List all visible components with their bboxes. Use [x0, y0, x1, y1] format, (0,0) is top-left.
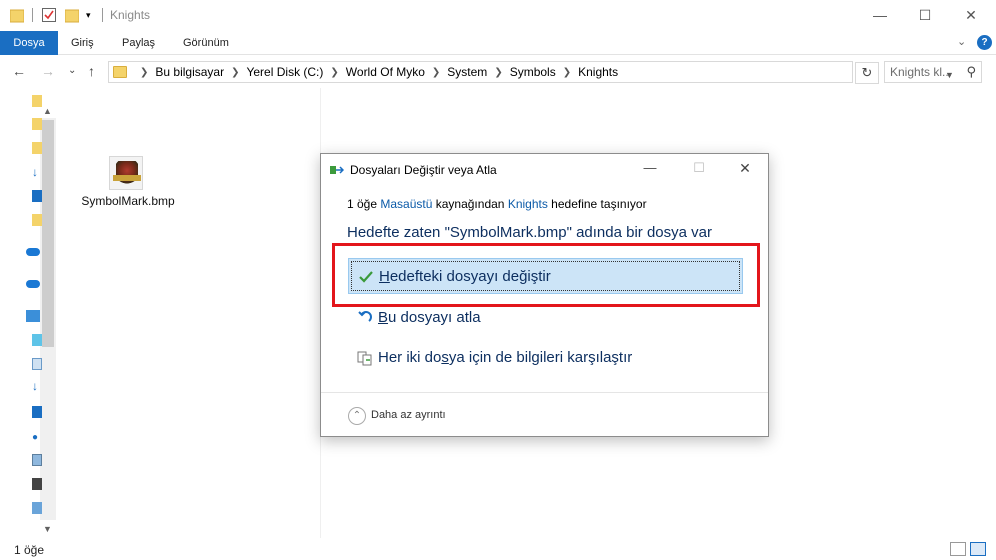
breadcrumb-item[interactable]: World Of Myko — [346, 65, 425, 79]
forward-arrow-icon[interactable]: → — [41, 63, 55, 79]
minimize-button[interactable]: — — [857, 0, 903, 30]
folder-icon[interactable] — [32, 142, 42, 154]
subtitle-text: hedefine taşınıyor — [547, 197, 647, 211]
pictures-icon[interactable] — [32, 454, 42, 466]
access-key: s — [441, 349, 449, 366]
scrollbar-thumb[interactable] — [42, 120, 54, 347]
skip-file-label: Bu dosyayı atla — [378, 309, 481, 326]
separator — [32, 8, 33, 22]
music-icon[interactable]: ● — [32, 432, 42, 444]
navigation-pane[interactable]: ▲ ▼ ↓ ↓ ● — [0, 88, 56, 538]
new-folder-icon[interactable] — [64, 7, 80, 23]
tab-giris[interactable]: Giriş — [71, 31, 94, 55]
title-bar: ▾ Knights — ☐ ✕ — [0, 0, 996, 31]
compare-icon — [356, 349, 374, 367]
option-text: u dosyayı atla — [388, 309, 481, 326]
subtitle-text: 1 öğe — [347, 197, 381, 211]
desktop-icon[interactable] — [32, 406, 42, 418]
this-pc-icon[interactable] — [26, 310, 40, 322]
highlight-annotation — [332, 243, 760, 307]
tab-gorunum[interactable]: Görünüm — [183, 31, 229, 55]
dialog-heading: Hedefte zaten "SymbolMark.bmp" adında bi… — [347, 224, 712, 241]
breadcrumb-item[interactable]: Yerel Disk (C:) — [246, 65, 323, 79]
maximize-button[interactable]: ☐ — [902, 0, 948, 30]
breadcrumb-item[interactable]: Symbols — [510, 65, 556, 79]
compare-files-label: Her iki dosya için de bilgileri karşılaş… — [378, 349, 632, 366]
option-text: ya için de bilgileri karşılaştır — [448, 349, 633, 366]
back-arrow-icon[interactable]: ← — [12, 63, 26, 79]
documents-icon[interactable] — [32, 358, 42, 370]
skip-icon — [356, 309, 374, 327]
refresh-button[interactable]: ↻ — [855, 62, 879, 84]
folder-icon[interactable] — [32, 214, 42, 226]
download-icon[interactable]: ↓ — [32, 166, 42, 178]
option-text: Her iki do — [378, 349, 442, 366]
emblem-icon — [116, 161, 138, 185]
chevron-right-icon[interactable]: ❯ — [494, 67, 502, 78]
up-arrow-icon[interactable]: ↑ — [88, 63, 95, 79]
chevron-right-icon[interactable]: ❯ — [330, 67, 338, 78]
large-icons-view-icon[interactable] — [970, 542, 986, 556]
fewer-details-button[interactable]: Daha az ayrıntı — [371, 409, 446, 421]
folder-icon[interactable] — [32, 95, 42, 107]
item-count: 1 öğe — [14, 543, 45, 557]
folder-icon[interactable] — [32, 118, 42, 130]
breadcrumb: ❯ Bu bilgisayar ❯ Yerel Disk (C:) ❯ Worl… — [133, 65, 618, 79]
recent-locations-icon[interactable]: ⌄ — [68, 65, 76, 76]
details-view-icon[interactable] — [950, 542, 966, 556]
status-bar: 1 öğe — [0, 538, 996, 560]
breadcrumb-item[interactable]: System — [447, 65, 487, 79]
bmp-file-icon[interactable] — [109, 156, 143, 190]
help-icon[interactable]: ? — [977, 35, 992, 50]
expand-ribbon-icon[interactable]: ⌄ — [957, 35, 966, 48]
folder-icon — [9, 7, 25, 23]
quick-access-dropdown-icon[interactable]: ▾ — [86, 7, 100, 23]
move-files-icon — [330, 164, 345, 175]
tab-paylas[interactable]: Paylaş — [122, 31, 155, 55]
chevron-right-icon[interactable]: ❯ — [563, 67, 571, 78]
chevron-up-icon[interactable]: ⌃ — [348, 407, 366, 425]
onedrive-icon[interactable] — [26, 248, 40, 256]
ribbon: Dosya Giriş Paylaş Görünüm ⌄ ? — [0, 31, 996, 55]
dialog-footer: ⌃ Daha az ayrıntı — [321, 392, 768, 436]
minimize-button[interactable]: — — [635, 160, 665, 175]
chevron-right-icon: ❯ — [140, 66, 149, 78]
file-name[interactable]: SymbolMark.bmp — [80, 194, 176, 208]
compare-files-option[interactable]: Her iki dosya için de bilgileri karşılaş… — [348, 340, 743, 376]
3d-objects-icon[interactable] — [32, 334, 42, 346]
download-icon[interactable]: ↓ — [32, 380, 42, 392]
maximize-button: ☐ — [693, 160, 705, 175]
navigation-bar: ← → ⌄ ↑ ❯ Bu bilgisayar ❯ Yerel Disk (C:… — [0, 56, 996, 88]
dialog-subtitle: 1 öğe Masaüstü kaynağından Knights hedef… — [347, 197, 647, 211]
emblem-band-icon — [113, 175, 141, 181]
tab-dosya[interactable]: Dosya — [0, 31, 58, 55]
local-disk-icon[interactable] — [32, 502, 42, 514]
subtitle-text: kaynağından — [432, 197, 508, 211]
videos-icon[interactable] — [32, 478, 42, 490]
search-input[interactable]: Knights kl... ⚲ — [884, 61, 982, 83]
chevron-right-icon[interactable]: ❯ — [231, 67, 239, 78]
window-title: Knights — [110, 8, 151, 22]
search-placeholder: Knights kl... — [890, 65, 953, 79]
dialog-title: Dosyaları Değiştir veya Atla — [350, 163, 497, 177]
close-button[interactable]: ✕ — [730, 160, 760, 177]
breadcrumb-item[interactable]: Bu bilgisayar — [155, 65, 224, 79]
scroll-down-icon[interactable]: ▼ — [43, 524, 52, 534]
close-button[interactable]: ✕ — [948, 0, 994, 30]
chevron-right-icon[interactable]: ❯ — [432, 67, 440, 78]
properties-icon[interactable] — [42, 7, 56, 23]
source-link[interactable]: Masaüstü — [380, 197, 432, 211]
onedrive-icon[interactable] — [26, 280, 40, 288]
access-key: B — [378, 309, 389, 326]
breadcrumb-item[interactable]: Knights — [578, 65, 618, 79]
folder-icon — [113, 66, 127, 78]
desktop-icon[interactable] — [32, 190, 42, 202]
target-link[interactable]: Knights — [508, 197, 548, 211]
address-bar[interactable]: ❯ Bu bilgisayar ❯ Yerel Disk (C:) ❯ Worl… — [108, 61, 954, 83]
search-icon: ⚲ — [966, 64, 976, 79]
scroll-up-icon[interactable]: ▲ — [43, 106, 52, 116]
separator — [102, 8, 103, 22]
